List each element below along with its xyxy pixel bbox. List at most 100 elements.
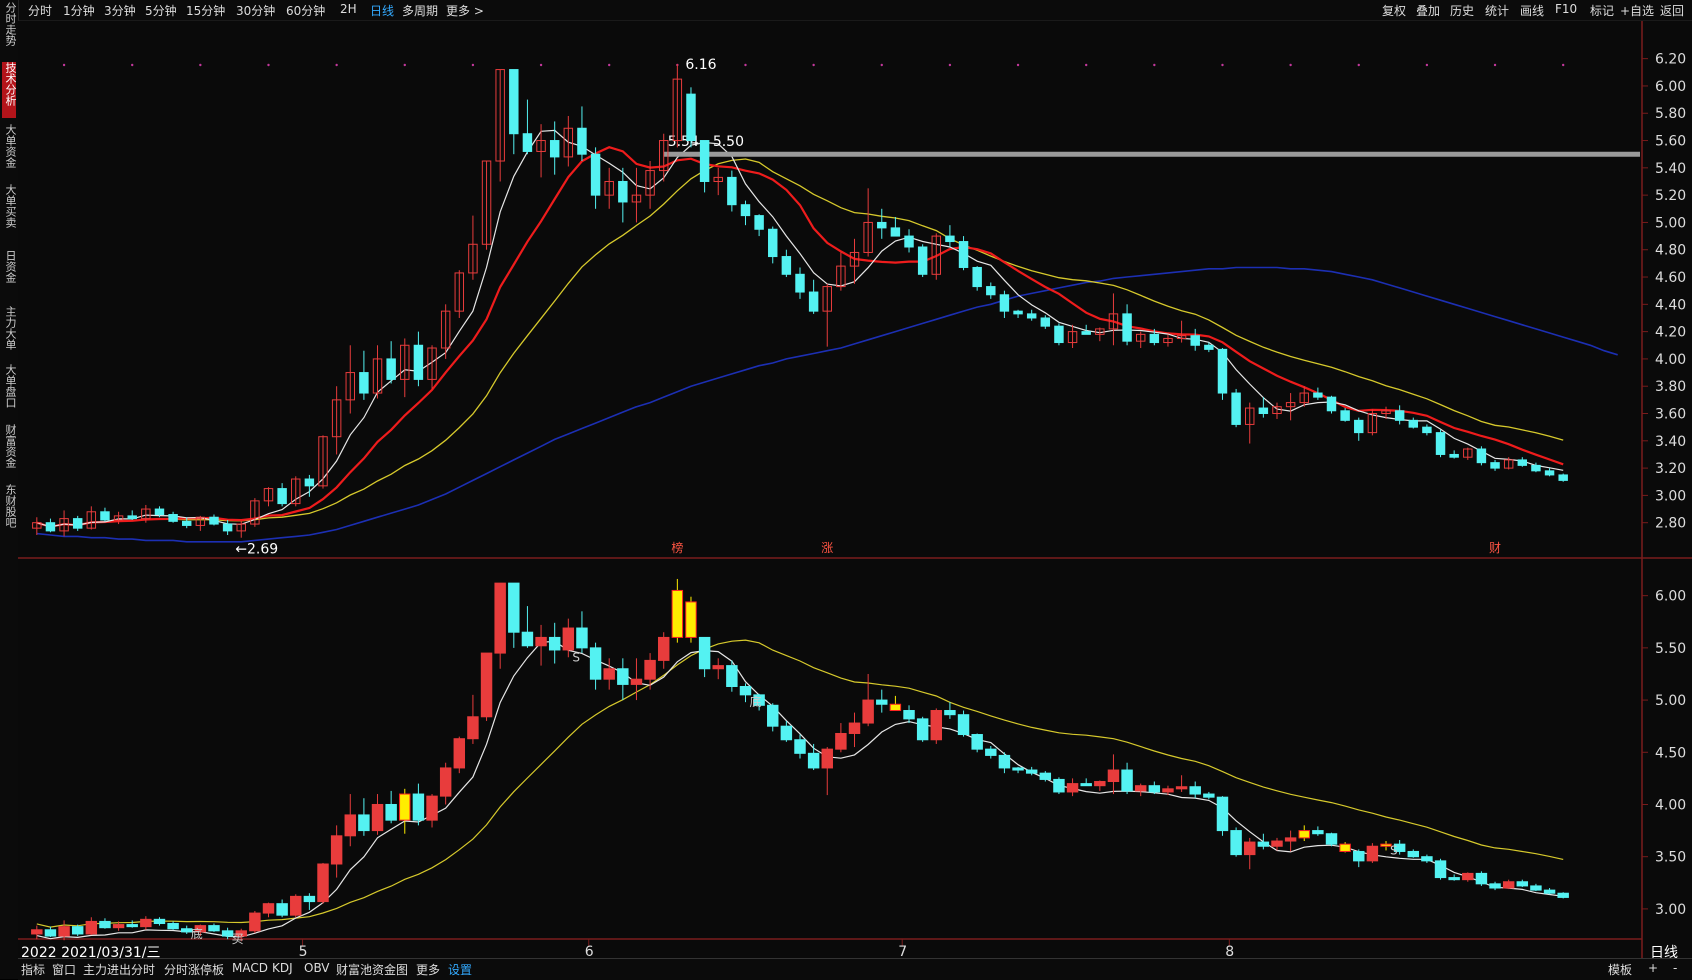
candle-body xyxy=(468,243,478,274)
ind-bar xyxy=(985,748,997,756)
ind-bar xyxy=(848,722,861,734)
ind-bar xyxy=(262,903,275,914)
top-dot-marker xyxy=(1016,63,1020,67)
bottom-tab-7[interactable]: 财富池资金图 xyxy=(336,961,408,978)
ind-bar xyxy=(1189,786,1201,795)
main-y-tick-label: 4.00 xyxy=(1655,352,1686,368)
candle-body xyxy=(154,508,165,516)
left-sidebar: 分时走势 技术分析 大单资金 大单买卖 日资金 主力大单 大单盘口 财富资金 东… xyxy=(0,0,19,979)
timeframe-1[interactable]: 1分钟 xyxy=(63,2,95,19)
candle-body xyxy=(1190,335,1200,346)
ind-bar xyxy=(1257,841,1270,847)
top-dot-marker xyxy=(131,63,134,67)
zoom-out-button[interactable]: - xyxy=(1673,961,1677,975)
ind-bar xyxy=(712,665,724,670)
timeframe-8[interactable]: 日线 xyxy=(370,2,394,19)
ind-bar xyxy=(453,738,466,769)
sidebar-item-7[interactable]: 财富资金 xyxy=(2,424,17,480)
sidebar-item-1[interactable]: 技术分析 xyxy=(2,62,17,118)
toolbar-right-7[interactable]: +自选 xyxy=(1620,2,1654,19)
timeframe-0[interactable]: 分时 xyxy=(28,2,52,19)
signal-marker: 底 xyxy=(749,694,761,709)
guide-line-label: 指导线: 3.29↓ xyxy=(196,566,291,582)
candle-body xyxy=(1517,459,1528,466)
ind-bar xyxy=(1502,881,1515,889)
indicator-name[interactable]: 较好买点提示 xyxy=(38,566,122,582)
main-y-tick-label: 5.40 xyxy=(1655,161,1686,177)
ind-bar xyxy=(1530,885,1542,891)
candle-body xyxy=(1013,310,1023,315)
bottom-tab-2[interactable]: 主力进出分时 xyxy=(83,961,155,978)
timeframe-4[interactable]: 15分钟 xyxy=(186,2,225,19)
candle-body xyxy=(1122,313,1132,342)
candle-body xyxy=(1449,453,1459,458)
bottom-tab-5[interactable]: KDJ xyxy=(272,961,293,975)
bottom-tab-8[interactable]: 更多 xyxy=(416,961,440,978)
top-dot-marker xyxy=(1425,63,1429,67)
bottom-tab-0[interactable]: 指标 xyxy=(21,961,45,978)
sidebar-item-3[interactable]: 大单买卖 xyxy=(2,184,17,240)
toolbar-right-8[interactable]: 返回 xyxy=(1660,2,1684,19)
bottom-tab-1[interactable]: 窗口 xyxy=(52,961,76,978)
bottom-tab-3[interactable]: 分时涨停板 xyxy=(164,961,224,978)
indicator-icon[interactable]: ◉ xyxy=(21,566,33,582)
ind-bar xyxy=(1080,783,1092,787)
ind-bar xyxy=(1434,860,1447,879)
kline-chart[interactable]: 5.54 - 5.506.16←2.69 榜涨财 底买S底S 6.206.005.… xyxy=(0,0,1692,979)
candle-body xyxy=(141,508,151,520)
top-dot-marker xyxy=(267,63,270,67)
timeframe-5[interactable]: 30分钟 xyxy=(236,2,275,19)
bottom-tab-9[interactable]: 设置 xyxy=(448,961,472,978)
candle-body xyxy=(1135,333,1146,342)
ind-bar xyxy=(739,686,752,696)
toolbar-right-3[interactable]: 统计 xyxy=(1485,2,1509,19)
template-button[interactable]: 模板 xyxy=(1608,961,1632,978)
zoom-in-button[interactable]: + xyxy=(1648,961,1658,975)
ind-bar xyxy=(371,803,384,832)
toolbar-right-6[interactable]: 标记 xyxy=(1590,2,1614,19)
timeframe-2[interactable]: 3分钟 xyxy=(104,2,136,19)
timeframe-10[interactable]: 更多 > xyxy=(446,2,484,19)
timeframe-9[interactable]: 多周期 xyxy=(402,2,438,19)
candle-body xyxy=(1258,407,1269,415)
sidebar-item-6[interactable]: 大单盘口 xyxy=(2,364,17,420)
candle-body xyxy=(631,194,642,203)
candle-body xyxy=(1435,432,1446,455)
template-icon[interactable]: ◉ xyxy=(173,23,185,39)
ind-bar xyxy=(208,925,220,932)
main-y-tick-label: 3.80 xyxy=(1655,379,1686,395)
top-toolbar: 分时 1分钟 3分钟 5分钟 15分钟 30分钟 60分钟 2H 日线 多周期 … xyxy=(0,0,1692,21)
candle-body xyxy=(1108,313,1119,330)
template-name[interactable]: 默认主图 xyxy=(191,23,247,39)
toolbar-right-0[interactable]: 复权 xyxy=(1382,2,1406,19)
main-y-tick-label: 5.20 xyxy=(1655,188,1686,204)
timeframe-6[interactable]: 60分钟 xyxy=(286,2,325,19)
top-dot-marker xyxy=(471,63,475,67)
toolbar-right-2[interactable]: 历史 xyxy=(1450,2,1474,19)
sidebar-item-2[interactable]: 大单资金 xyxy=(2,124,17,180)
ind-bar xyxy=(1489,883,1501,889)
ind-bar xyxy=(807,752,820,769)
toolbar-right-5[interactable]: F10 xyxy=(1555,2,1577,16)
timeframe-3[interactable]: 5分钟 xyxy=(145,2,177,19)
candle-body xyxy=(291,478,301,505)
sidebar-item-0[interactable]: 分时走势 xyxy=(2,2,17,58)
ind-bar xyxy=(930,710,943,741)
sidebar-item-5[interactable]: 主力大单 xyxy=(2,306,17,362)
top-dot-marker xyxy=(1357,63,1360,67)
toolbar-right-4[interactable]: 画线 xyxy=(1520,2,1544,19)
sidebar-item-8[interactable]: 东财股吧 xyxy=(2,484,17,540)
ind-bar xyxy=(589,647,602,680)
candle-body xyxy=(236,523,246,532)
top-dot-marker xyxy=(744,63,747,67)
candle-body xyxy=(849,251,860,267)
toolbar-right-1[interactable]: 叠加 xyxy=(1416,2,1440,19)
stock-title[interactable]: 宜华健康(日线.前复权) xyxy=(21,23,162,39)
bottom-tab-4[interactable]: MACD xyxy=(232,961,268,975)
timeframe-7[interactable]: 2H xyxy=(340,2,357,16)
ind-bar xyxy=(1325,833,1338,845)
sidebar-item-4[interactable]: 日资金 xyxy=(2,250,17,298)
bottom-tab-6[interactable]: OBV xyxy=(304,961,330,975)
ind-bar xyxy=(1407,850,1419,858)
ind-bar xyxy=(1271,840,1283,847)
